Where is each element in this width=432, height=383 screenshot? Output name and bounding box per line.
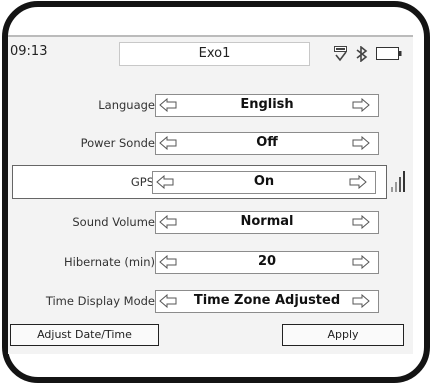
arrow-right-icon[interactable] [352, 98, 370, 112]
setting-row-time-display-mode: Time Display Mode Time Zone Adjusted [8, 285, 413, 319]
time-display-mode-value: Time Zone Adjusted [193, 293, 341, 308]
arrow-right-icon[interactable] [352, 215, 370, 229]
power-sonde-value: Off [256, 135, 278, 150]
setting-row-hibernate: Hibernate (min) 20 [8, 246, 413, 280]
hibernate-value: 20 [257, 254, 277, 269]
language-label: Language [98, 98, 155, 112]
battery-icon [376, 47, 402, 60]
bluetooth-icon [356, 46, 368, 62]
arrow-left-icon[interactable] [159, 98, 177, 112]
clock-time: 09:13 [10, 44, 48, 59]
language-value: English [240, 97, 294, 112]
apply-button[interactable]: Apply [282, 324, 404, 346]
time-display-mode-label: Time Display Mode [45, 294, 155, 308]
power-sonde-selector: Off [155, 132, 379, 155]
setting-row-sound-volume: Sound Volume Normal [8, 206, 413, 240]
gps-label: GPS [130, 175, 154, 189]
signal-strength-icon [391, 171, 405, 192]
screen: 09:13 Exo1 Language English Power Sonde … [8, 35, 413, 354]
arrow-left-icon[interactable] [156, 175, 174, 189]
adjust-date-time-button[interactable]: Adjust Date/Time [10, 324, 159, 346]
time-display-mode-selector: Time Zone Adjusted [155, 290, 379, 313]
arrow-left-icon[interactable] [159, 255, 177, 269]
sound-volume-label: Sound Volume [72, 215, 155, 229]
arrow-left-icon[interactable] [159, 136, 177, 150]
data-transfer-icon [334, 46, 347, 62]
arrow-left-icon[interactable] [159, 294, 177, 308]
gps-selector: On [152, 171, 376, 194]
power-sonde-label: Power Sonde [80, 136, 155, 150]
gps-value: On [253, 174, 275, 189]
sound-volume-selector: Normal [155, 211, 379, 234]
arrow-right-icon[interactable] [352, 136, 370, 150]
arrow-right-icon[interactable] [349, 175, 367, 189]
setting-row-language: Language English [8, 89, 413, 123]
status-bar: 09:13 Exo1 [8, 37, 413, 73]
hibernate-selector: 20 [155, 251, 379, 274]
hibernate-label: Hibernate (min) [64, 255, 155, 269]
device-title: Exo1 [119, 42, 310, 66]
arrow-right-icon[interactable] [352, 255, 370, 269]
arrow-left-icon[interactable] [159, 215, 177, 229]
language-selector: English [155, 94, 379, 117]
sound-volume-value: Normal [240, 214, 294, 229]
setting-row-power-sonde: Power Sonde Off [8, 127, 413, 161]
setting-row-gps[interactable]: GPS On [12, 165, 387, 199]
arrow-right-icon[interactable] [352, 294, 370, 308]
